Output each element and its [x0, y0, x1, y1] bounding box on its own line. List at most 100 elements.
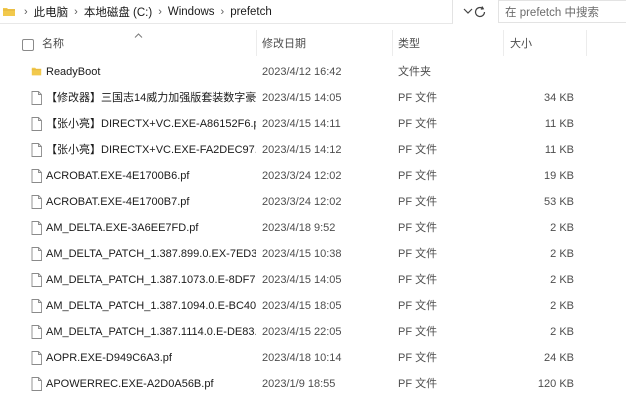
- file-size: 34 KB: [544, 92, 574, 104]
- file-name: AM_DELTA_PATCH_1.387.899.0.EX-7ED3...: [46, 248, 256, 260]
- file-size: 24 KB: [544, 352, 574, 364]
- file-icon: [31, 169, 42, 183]
- search-placeholder: 在 prefetch 中搜索: [505, 6, 599, 19]
- file-type: PF 文件: [398, 300, 438, 312]
- file-modified-date: 2023/4/18 10:14: [262, 352, 342, 364]
- file-modified-date: 2023/4/15 14:11: [262, 118, 341, 130]
- column-name-header[interactable]: 名称: [42, 30, 64, 56]
- file-icon: [31, 91, 42, 105]
- column-type-header[interactable]: 类型: [398, 30, 420, 56]
- file-type: PF 文件: [398, 222, 438, 234]
- file-name: 【张小亮】DIRECTX+VC.EXE-FA2DEC97.pf: [46, 144, 256, 156]
- column-size-header[interactable]: 大小: [510, 30, 532, 56]
- file-name: AM_DELTA_PATCH_1.387.1114.0.E-DE83...: [46, 326, 256, 338]
- file-type: PF 文件: [398, 144, 438, 156]
- column-divider[interactable]: [503, 30, 504, 56]
- file-size: 19 KB: [544, 170, 574, 182]
- file-type: PF 文件: [398, 196, 438, 208]
- file-type: PF 文件: [398, 170, 438, 182]
- file-size: 2 KB: [550, 222, 574, 234]
- column-type-label: 类型: [398, 38, 420, 50]
- file-modified-date: 2023/4/15 22:05: [262, 326, 342, 338]
- file-type: PF 文件: [398, 92, 438, 104]
- file-modified-date: 2023/4/15 14:05: [262, 274, 342, 286]
- column-header: 名称 修改日期 类型 大小: [0, 30, 626, 56]
- file-icon: [31, 299, 42, 313]
- file-modified-date: 2023/1/9 18:55: [262, 378, 336, 390]
- column-date-header[interactable]: 修改日期: [262, 30, 306, 56]
- breadcrumb-this-pc[interactable]: 此电脑: [34, 4, 69, 20]
- file-modified-date: 2023/4/12 16:42: [262, 66, 342, 78]
- file-size: 2 KB: [550, 248, 574, 260]
- file-row[interactable]: AM_DELTA_PATCH_1.387.1073.0.E-8DF7... 202…: [0, 267, 626, 293]
- column-name-label: 名称: [42, 38, 64, 50]
- file-icon: [31, 247, 42, 261]
- column-date-label: 修改日期: [262, 38, 306, 50]
- file-icon: [31, 221, 42, 235]
- file-size: [500, 59, 574, 85]
- file-row[interactable]: ReadyBoot 2023/4/12 16:42 文件夹: [0, 59, 626, 85]
- file-name: AM_DELTA.EXE-3A6EE7FD.pf: [46, 222, 199, 234]
- file-name: AM_DELTA_PATCH_1.387.1094.0.E-BC40...: [46, 300, 256, 312]
- column-size-label: 大小: [510, 38, 532, 50]
- folder-icon: [3, 8, 15, 16]
- file-modified-date: 2023/3/24 12:02: [262, 196, 342, 208]
- file-name: ACROBAT.EXE-4E1700B7.pf: [46, 196, 190, 208]
- file-row[interactable]: 【修改器】三国志14威力加强版套装数字豪... 2023/4/15 14:05 PF…: [0, 85, 626, 111]
- file-row[interactable]: AM_DELTA.EXE-3A6EE7FD.pf 2023/4/18 9:52 PF…: [0, 215, 626, 241]
- chevron-right-icon: ›: [158, 5, 162, 18]
- file-name: APOWERREC.EXE-A2D0A56B.pf: [46, 378, 214, 390]
- breadcrumb-windows[interactable]: Windows: [168, 6, 215, 18]
- file-type: PF 文件: [398, 352, 438, 364]
- file-type: PF 文件: [398, 378, 438, 390]
- file-row[interactable]: APOWERREC.EXE-A2D0A56B.pf 2023/1/9 18:55 P…: [0, 371, 626, 397]
- file-row[interactable]: 【张小亮】DIRECTX+VC.EXE-A86152F6.pf 2023/4/15…: [0, 111, 626, 137]
- search-input[interactable]: 在 prefetch 中搜索: [498, 0, 626, 23]
- file-name: ReadyBoot: [46, 66, 101, 78]
- file-size: 120 KB: [537, 378, 574, 390]
- file-row[interactable]: AM_DELTA_PATCH_1.387.1094.0.E-BC40... 202…: [0, 293, 626, 319]
- file-icon: [31, 117, 42, 131]
- file-name: AOPR.EXE-D949C6A3.pf: [46, 352, 172, 364]
- file-icon: [31, 325, 42, 339]
- file-size: 11 KB: [544, 118, 574, 130]
- chevron-right-icon: ›: [74, 5, 78, 18]
- file-icon: [31, 351, 42, 365]
- file-icon: [31, 377, 42, 391]
- file-modified-date: 2023/4/15 14:05: [262, 92, 342, 104]
- file-row[interactable]: AM_DELTA_PATCH_1.387.899.0.EX-7ED3... 202…: [0, 241, 626, 267]
- column-divider[interactable]: [256, 30, 257, 56]
- file-icon: [31, 195, 42, 209]
- file-size: 11 KB: [544, 144, 574, 156]
- column-divider[interactable]: [586, 30, 587, 56]
- file-modified-date: 2023/4/15 14:12: [262, 144, 342, 156]
- file-type: 文件夹: [398, 66, 431, 78]
- file-row[interactable]: ACROBAT.EXE-4E1700B7.pf 2023/3/24 12:02 PF…: [0, 189, 626, 215]
- address-bar[interactable]: › 此电脑 › 本地磁盘 (C:) › Windows › prefetch: [0, 0, 453, 24]
- folder-icon: [31, 67, 42, 76]
- refresh-button[interactable]: [470, 2, 490, 22]
- file-type: PF 文件: [398, 326, 438, 338]
- refresh-icon: [474, 6, 486, 18]
- file-modified-date: 2023/3/24 12:02: [262, 170, 342, 182]
- file-icon: [31, 273, 42, 287]
- breadcrumb-prefetch[interactable]: prefetch: [230, 6, 272, 18]
- column-divider[interactable]: [392, 30, 393, 56]
- file-size: 53 KB: [544, 196, 574, 208]
- file-row[interactable]: AM_DELTA_PATCH_1.387.1114.0.E-DE83... 202…: [0, 319, 626, 345]
- file-modified-date: 2023/4/15 18:05: [262, 300, 342, 312]
- file-row[interactable]: AOPR.EXE-D949C6A3.pf 2023/4/18 10:14 PF 文件…: [0, 345, 626, 371]
- file-type: PF 文件: [398, 274, 438, 286]
- file-type: PF 文件: [398, 118, 438, 130]
- file-size: 2 KB: [550, 274, 574, 286]
- chevron-right-icon: ›: [24, 5, 28, 18]
- file-name: ACROBAT.EXE-4E1700B6.pf: [46, 170, 190, 182]
- file-modified-date: 2023/4/15 10:38: [262, 248, 342, 260]
- file-icon: [31, 143, 42, 157]
- file-row[interactable]: ACROBAT.EXE-4E1700B6.pf 2023/3/24 12:02 PF…: [0, 163, 626, 189]
- select-all-checkbox[interactable]: [22, 39, 34, 51]
- breadcrumb-local-disk[interactable]: 本地磁盘 (C:): [84, 4, 152, 20]
- file-row[interactable]: 【张小亮】DIRECTX+VC.EXE-FA2DEC97.pf 2023/4/15…: [0, 137, 626, 163]
- title-bar: › 此电脑 › 本地磁盘 (C:) › Windows › prefetch 在…: [0, 0, 626, 24]
- file-size: 2 KB: [550, 326, 574, 338]
